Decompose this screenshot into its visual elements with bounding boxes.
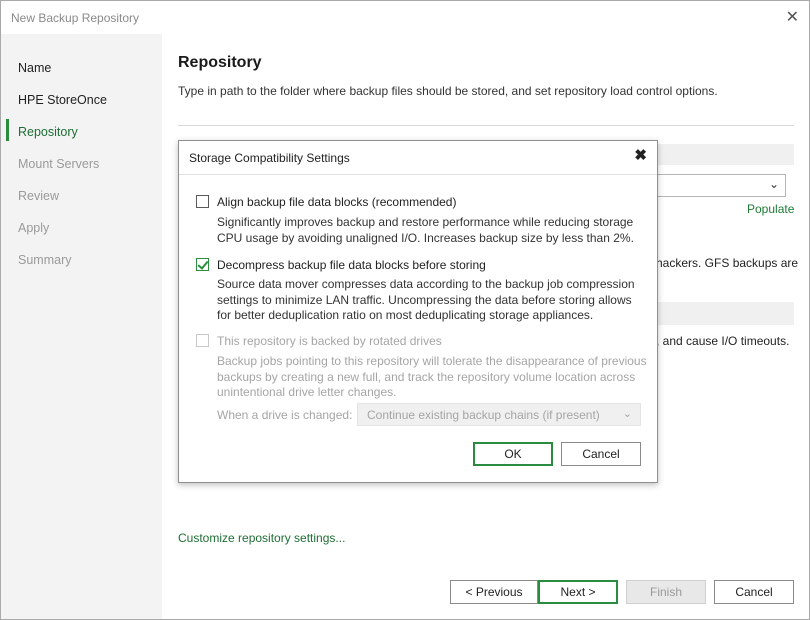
drive-change-label: When a drive is changed: — [217, 408, 353, 422]
rotated-drives-checkbox — [196, 334, 209, 347]
background-section-header-2 — [655, 302, 794, 325]
dialog-title-divider — [179, 174, 657, 175]
previous-button[interactable]: < Previous — [450, 580, 538, 604]
background-text-gfs: hackers. GFS backups are — [656, 256, 799, 270]
storage-compatibility-dialog: Storage Compatibility Settings ✖ Align b… — [178, 140, 658, 483]
chevron-down-icon: ⌄ — [622, 408, 632, 420]
next-button[interactable]: Next > — [538, 580, 618, 604]
window-title: New Backup Repository — [11, 11, 140, 25]
window-close-icon[interactable]: ✕ — [786, 7, 799, 27]
dialog-title: Storage Compatibility Settings — [189, 151, 350, 165]
step-apply: Apply — [18, 221, 50, 235]
dialog-ok-button[interactable]: OK — [473, 442, 553, 466]
page-title: Repository — [178, 54, 262, 71]
step-repository[interactable]: Repository — [18, 125, 78, 139]
align-blocks-label[interactable]: Align backup file data blocks (recommend… — [217, 195, 456, 209]
background-section-header — [655, 144, 794, 165]
step-summary: Summary — [18, 253, 72, 267]
rotated-drives-label: This repository is backed by rotated dri… — [217, 334, 442, 348]
drive-change-select: Continue existing backup chains (if pres… — [357, 403, 641, 426]
dialog-close-icon[interactable]: ✖ — [634, 146, 647, 164]
finish-button: Finish — [626, 580, 706, 604]
title-bar: New Backup Repository ✕ — [1, 1, 809, 34]
step-name[interactable]: Name — [18, 61, 51, 75]
decompress-blocks-description: Source data mover compresses data accord… — [217, 277, 635, 322]
step-review: Review — [18, 189, 59, 203]
header-divider — [178, 125, 794, 126]
page-description: Type in path to the folder where backup … — [178, 84, 718, 98]
populate-link[interactable]: Populate — [747, 202, 794, 216]
rotated-drives-description: Backup jobs pointing to this repository … — [217, 354, 647, 399]
decompress-blocks-label[interactable]: Decompress backup file data blocks befor… — [217, 258, 486, 272]
dialog-cancel-button[interactable]: Cancel — [561, 442, 641, 466]
backup-repository-window: New Backup Repository ✕ Name HPE StoreOn… — [0, 0, 810, 620]
step-hpe-storeonce[interactable]: HPE StoreOnce — [18, 93, 107, 107]
step-mount-servers: Mount Servers — [18, 157, 100, 171]
background-text-timeouts: , and cause I/O timeouts. — [656, 334, 790, 348]
decompress-blocks-checkbox[interactable] — [196, 258, 209, 271]
wizard-steps-sidebar: Name HPE StoreOnce Repository Mount Serv… — [1, 34, 162, 619]
drive-change-value: Continue existing backup chains (if pres… — [367, 408, 600, 422]
active-step-marker — [6, 119, 9, 141]
align-blocks-checkbox[interactable] — [196, 195, 209, 208]
chevron-down-icon: ⌄ — [768, 177, 779, 191]
customize-repository-settings-link[interactable]: Customize repository settings... — [178, 531, 345, 545]
cancel-button[interactable]: Cancel — [714, 580, 794, 604]
align-blocks-description: Significantly improves backup and restor… — [217, 215, 634, 245]
background-dropdown[interactable]: ⌄ — [655, 174, 786, 197]
